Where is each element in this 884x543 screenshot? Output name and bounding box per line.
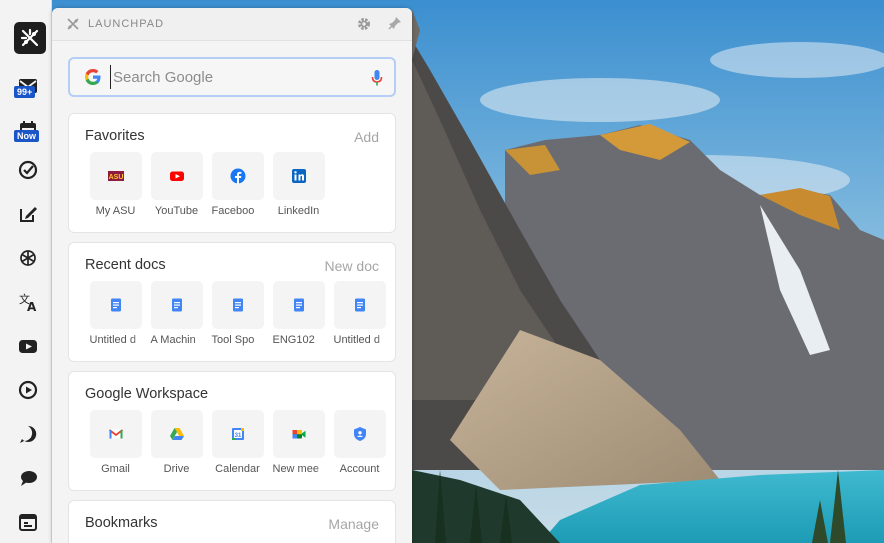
chatgpt-icon [20,250,36,266]
browser-window-icon [19,514,37,531]
bookmarks-card: Bookmarks Manage [68,500,396,543]
svg-text:ASU: ASU [108,174,123,181]
launchpad-logo-button[interactable] [14,22,46,54]
chat-bubbles-icon [21,471,37,486]
workspace-tile-meet[interactable]: New mee [268,410,329,475]
browser-window-button[interactable] [12,506,44,538]
translate-button[interactable]: 文A [12,286,44,318]
settings-gear-icon[interactable] [356,16,372,32]
media-player-button[interactable] [12,374,44,406]
youtube-icon [169,171,184,181]
facebook-icon [230,168,245,184]
drive-icon [169,428,184,440]
asu-icon: ASU [107,171,124,181]
recent-docs-title: Recent docs [85,257,166,273]
mail-count-badge: 99+ [14,86,36,98]
youtube-icon [19,340,37,353]
google-workspace-title: Google Workspace [85,386,209,402]
google-search-box[interactable] [68,57,396,97]
google-docs-icon [110,298,121,312]
recent-doc-tile[interactable]: Untitled d [329,281,390,346]
tasks-button[interactable] [12,154,44,186]
tasks-check-icon [18,160,38,180]
recent-docs-card: Recent docs New doc Untitled d A Machin … [68,242,396,362]
google-workspace-card: Google Workspace Gmail Drive 31 Calendar… [68,371,396,491]
favorite-tile-linkedin[interactable]: LinkedIn [268,152,329,217]
notes-button[interactable] [12,198,44,230]
calendar-now-badge: Now [14,130,39,142]
workspace-tile-account[interactable]: Account [329,410,390,475]
recent-doc-tile[interactable]: Tool Spo [207,281,268,346]
google-docs-icon [171,298,182,312]
sidebar-rail: 99+ Now 文A [0,0,52,543]
launchpad-logo-icon [67,18,79,30]
bookmarks-title: Bookmarks [85,515,158,531]
google-docs-icon [232,298,243,312]
workspace-tile-calendar[interactable]: 31 Calendar [207,410,268,475]
linkedin-icon [291,169,306,183]
edit-note-icon [20,207,37,222]
google-logo-icon [85,69,101,85]
launchpad-title: LAUNCHPAD [88,18,165,30]
meet-icon [292,430,305,439]
favorite-tile-my-asu[interactable]: ASU My ASU [85,152,146,217]
workspace-tile-drive[interactable]: Drive [146,410,207,475]
google-docs-icon [354,298,365,312]
chatgpt-button[interactable] [12,242,44,274]
search-input[interactable] [110,65,360,89]
whatsapp-icon [20,425,37,443]
recent-doc-tile[interactable]: Untitled d [85,281,146,346]
recent-doc-tile[interactable]: A Machin [146,281,207,346]
youtube-button[interactable] [12,330,44,362]
pin-icon[interactable] [388,16,402,30]
google-docs-icon [293,298,304,312]
favorites-card: Favorites Add ASU My ASU YouTube Faceboo… [68,113,396,233]
gmail-icon [108,429,123,439]
favorite-tile-facebook[interactable]: Faceboo [207,152,268,217]
new-doc-link[interactable]: New doc [325,258,379,274]
microphone-icon[interactable] [370,69,384,87]
favorite-tile-youtube[interactable]: YouTube [146,152,207,217]
add-favorite-link[interactable]: Add [354,129,379,145]
launchpad-header: LAUNCHPAD [52,8,412,41]
translate-icon: 文A [19,292,37,313]
manage-bookmarks-link[interactable]: Manage [328,516,379,532]
favorites-title: Favorites [85,128,145,144]
launchpad-panel: LAUNCHPAD Favorites Add ASU My ASU YouTu… [52,8,412,543]
chat-button[interactable] [12,462,44,494]
recent-doc-tile[interactable]: ENG102 [268,281,329,346]
svg-text:A: A [27,300,37,313]
media-play-icon [18,380,38,400]
launchpad-logo-icon [20,28,39,47]
svg-text:31: 31 [234,433,241,439]
calendar-icon: 31 [231,428,244,440]
whatsapp-button[interactable] [12,418,44,450]
workspace-tile-gmail[interactable]: Gmail [85,410,146,475]
account-shield-icon [353,427,366,441]
